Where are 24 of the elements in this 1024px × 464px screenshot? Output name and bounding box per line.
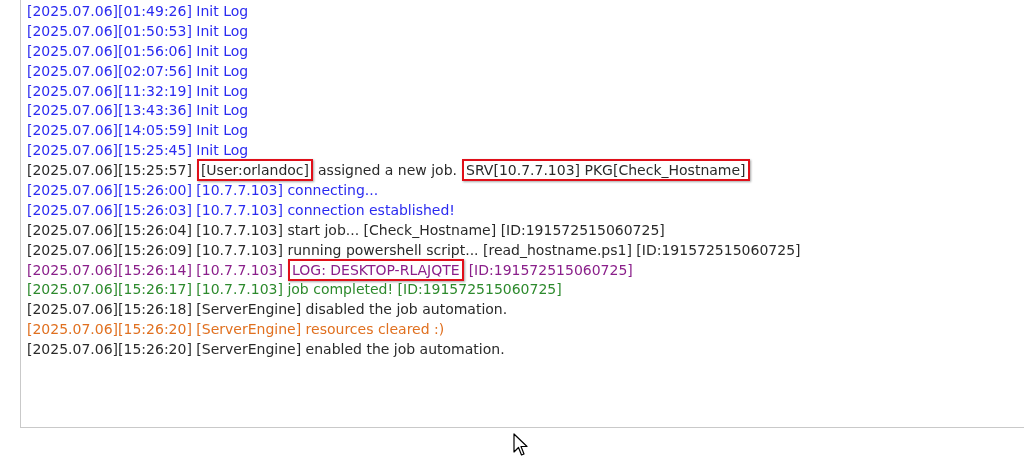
log-text: [ID:191572515060725]	[467, 261, 634, 278]
log-text: assigned a new job.	[317, 162, 458, 179]
log-text: [2025.07.06][15:25:45] Init Log	[26, 142, 250, 159]
log-text: [2025.07.06][01:50:53] Init Log	[26, 22, 250, 39]
highlighted-log-text: [User:orlandoc]	[196, 159, 313, 182]
log-text: [2025.07.06][15:26:14] [10.7.7.103]	[26, 261, 284, 278]
log-text: [2025.07.06][15:26:03] [10.7.7.103] connection established!	[26, 201, 456, 218]
log-text: [2025.07.06][15:26:09] [10.7.7.103] running powershell script... [read_hostname.ps1] [ID:191572515060725]	[26, 241, 802, 258]
log-text: [2025.07.06][15:26:04] [10.7.7.103] start job... [Check_Hostname] [ID:191572515060725]	[26, 221, 666, 238]
log-text: [2025.07.06][01:49:26] Init Log	[26, 2, 250, 19]
highlighted-log-text: LOG: DESKTOP-RLAJQTE	[287, 258, 464, 281]
log-text: [2025.07.06][15:26:20] [ServerEngine] resources cleared :)	[26, 321, 446, 338]
log-text: [2025.07.06][11:32:19] Init Log	[26, 82, 250, 99]
log-text: [2025.07.06][02:07:56] Init Log	[26, 62, 250, 79]
log-text: [2025.07.06][01:56:06] Init Log	[26, 42, 250, 59]
log-text: [2025.07.06][15:25:57]	[26, 162, 193, 179]
highlighted-log-text: SRV[10.7.7.103] PKG[Check_Hostname]	[462, 159, 750, 182]
log-text: [2025.07.06][14:05:59] Init Log	[26, 122, 250, 139]
log-text: [2025.07.06][13:43:36] Init Log	[26, 102, 250, 119]
log-text: [2025.07.06][15:26:20] [ServerEngine] enabled the job automation.	[26, 341, 506, 358]
log-text: [2025.07.06][15:26:18] [ServerEngine] disabled the job automation.	[26, 301, 509, 318]
log-text: [2025.07.06][15:26:17] [10.7.7.103] job completed! [ID:191572515060725]	[26, 281, 563, 298]
log-text: [2025.07.06][15:26:00] [10.7.7.103] connecting...	[26, 181, 380, 198]
mouse-pointer-icon	[513, 433, 529, 457]
